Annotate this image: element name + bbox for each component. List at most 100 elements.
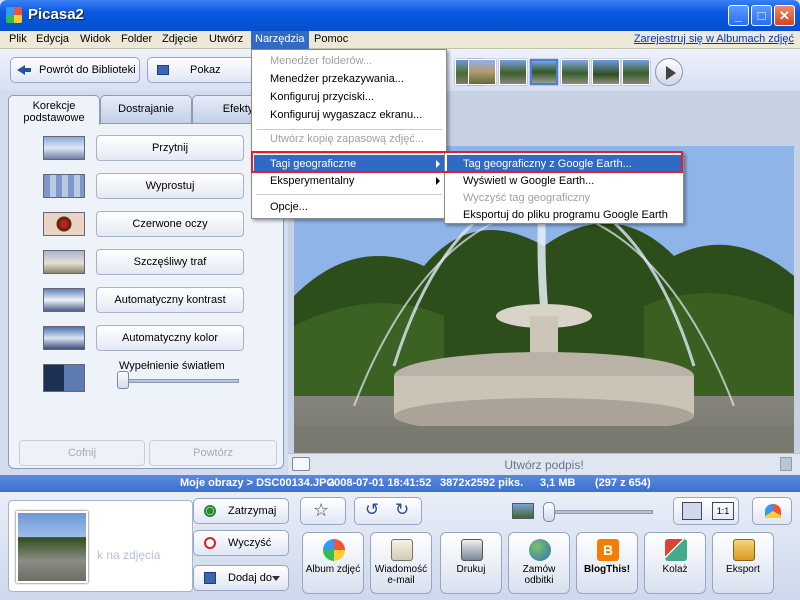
- printer-icon: [461, 539, 483, 561]
- menu-view-in-google-earth[interactable]: Wyświetl w Google Earth...: [447, 172, 681, 190]
- status-bar: Moje obrazy > DSC00134.JPG 2008-07-01 18…: [0, 475, 800, 492]
- menu-narzedzia[interactable]: Narzędzia: [251, 31, 309, 49]
- email-button[interactable]: Wiadomość e-mail: [370, 532, 432, 594]
- album-icon: [204, 572, 216, 584]
- menu-folder[interactable]: Folder: [117, 31, 156, 49]
- export-label: Eksport: [726, 564, 760, 575]
- menu-pomoc[interactable]: Pomoc: [310, 31, 352, 49]
- menu-edycja[interactable]: Edycja: [32, 31, 73, 49]
- filmstrip-thumbnail[interactable]: [592, 59, 620, 85]
- close-button[interactable]: ✕: [774, 5, 795, 26]
- next-arrow-button[interactable]: [655, 58, 683, 86]
- hold-button[interactable]: Zatrzymaj: [193, 498, 289, 524]
- rotate-left-icon[interactable]: ↺: [365, 500, 379, 520]
- undo-button[interactable]: Cofnij: [19, 440, 145, 466]
- minimize-button[interactable]: _: [728, 5, 749, 26]
- trash-icon[interactable]: [780, 457, 792, 471]
- redo-button[interactable]: Powtórz: [149, 440, 277, 466]
- zoom-slider-track[interactable]: [545, 510, 653, 514]
- menu-separator: [256, 194, 442, 195]
- clear-label: Wyczyść: [228, 537, 272, 549]
- star-icon: ☆: [313, 500, 330, 521]
- menu-backup-pictures[interactable]: Utwórz kopię zapasową zdjęć...: [254, 130, 444, 148]
- export-button[interactable]: Eksport: [712, 532, 774, 594]
- tab-basic-fixes-label: Korekcje podstawowe: [23, 100, 85, 124]
- chevron-down-icon: [272, 576, 280, 581]
- hold-label: Zatrzymaj: [228, 505, 277, 517]
- add-to-label: Dodaj do: [228, 572, 273, 584]
- fit-view-icon[interactable]: [682, 502, 702, 520]
- auto-contrast-button[interactable]: Automatyczny kontrast: [96, 287, 244, 313]
- menu-utworz[interactable]: Utwórz: [205, 31, 247, 49]
- picasa-logo-icon: [6, 7, 22, 23]
- caption-input[interactable]: Utwórz podpis!: [288, 458, 800, 472]
- tab-tuning[interactable]: Dostrajanie: [100, 95, 192, 123]
- order-prints-label: Zamów odbitki: [522, 564, 556, 586]
- filmstrip-thumbnail-selected[interactable]: [530, 59, 558, 85]
- menu-folder-manager[interactable]: Menedżer folderów...: [254, 52, 444, 70]
- back-to-library-button[interactable]: Powrót do Biblioteki: [10, 57, 140, 83]
- menu-plik[interactable]: Plik: [5, 31, 31, 49]
- slideshow-button[interactable]: Pokaz slajdów: [147, 57, 257, 83]
- red-eye-button[interactable]: Czerwone oczy: [96, 211, 244, 237]
- crop-icon: [43, 136, 85, 160]
- red-eye-icon: [43, 212, 85, 236]
- menu-configure-screensaver[interactable]: Konfiguruj wygaszacz ekranu...: [254, 106, 444, 124]
- menu-experimental[interactable]: Eksperymentalny: [254, 172, 444, 190]
- clear-icon: [204, 537, 216, 549]
- caption-bar: Utwórz podpis!: [288, 453, 800, 475]
- maximize-button[interactable]: □: [751, 5, 772, 26]
- edit-panel: Korekcje podstawowe Dostrajanie Efekty P…: [0, 91, 288, 475]
- add-to-button[interactable]: Dodaj do: [193, 565, 289, 591]
- tab-tuning-label: Dostrajanie: [118, 103, 174, 115]
- fill-light-slider-knob[interactable]: [117, 371, 129, 389]
- menu-options[interactable]: Opcje...: [254, 198, 444, 216]
- fill-light-slider-track[interactable]: [119, 379, 239, 383]
- globe-icon: [529, 539, 551, 561]
- tab-basic-fixes[interactable]: Korekcje podstawowe: [8, 95, 100, 125]
- collage-icon: [665, 539, 687, 561]
- status-position: (297 z 654): [595, 477, 651, 489]
- status-path: Moje obrazy > DSC00134.JPG: [180, 477, 335, 489]
- title-bar: Picasa2 _ □ ✕: [0, 0, 800, 31]
- filmstrip-thumbnail[interactable]: [499, 59, 527, 85]
- menu-configure-buttons[interactable]: Konfiguruj przyciski...: [254, 88, 444, 106]
- email-label: Wiadomość e-mail: [374, 564, 428, 586]
- star-button[interactable]: ☆: [300, 497, 346, 525]
- actual-size-icon[interactable]: 1:1: [712, 502, 734, 520]
- rotate-right-icon[interactable]: ↻: [395, 500, 409, 520]
- slideshow-label: Pokaz slajdów: [190, 64, 221, 76]
- menu-upload-manager[interactable]: Menedżer przekazywania...: [254, 70, 444, 88]
- clear-button[interactable]: Wyczyść: [193, 530, 289, 556]
- photo-album-button[interactable]: Album zdjęć: [302, 532, 364, 594]
- blogthis-button[interactable]: B BlogThis!: [576, 532, 638, 594]
- filmstrip-thumbnail[interactable]: [622, 59, 650, 85]
- straighten-icon: [43, 174, 85, 198]
- print-button[interactable]: Drukuj: [440, 532, 502, 594]
- zoom-out-icon[interactable]: [512, 503, 534, 519]
- menu-clear-geotag[interactable]: Wyczyść tag geograficzny: [447, 189, 681, 207]
- register-albums-link[interactable]: Zarejestruj się w Albumach zdjęć: [634, 33, 794, 45]
- menu-export-google-earth-file[interactable]: Eksportuj do pliku programu Google Earth: [447, 206, 681, 224]
- photo-album-label: Album zdjęć: [305, 564, 361, 575]
- fill-light-label: Wypełnienie światłem: [119, 360, 225, 372]
- folder-export-icon: [733, 539, 755, 561]
- collage-button[interactable]: Kolaż: [644, 532, 706, 594]
- picasa-web-albums-icon: [323, 539, 345, 561]
- zoom-slider-knob[interactable]: [543, 502, 555, 522]
- rotate-buttons: ↺ ↻: [354, 497, 422, 525]
- filmstrip-thumbnail[interactable]: [561, 59, 589, 85]
- tab-effects-label: Efekty: [222, 103, 254, 115]
- effects-button[interactable]: [752, 497, 792, 525]
- order-prints-button[interactable]: Zamów odbitki: [508, 532, 570, 594]
- tray-thumbnail[interactable]: [16, 511, 88, 583]
- im-feeling-lucky-button[interactable]: Szczęśliwy traf: [96, 249, 244, 275]
- straighten-button[interactable]: Wyprostuj: [96, 173, 244, 199]
- menu-widok[interactable]: Widok: [76, 31, 115, 49]
- status-size: 3,1 MB: [540, 477, 576, 489]
- crop-button[interactable]: Przytnij: [96, 135, 244, 161]
- auto-color-button[interactable]: Automatyczny kolor: [96, 325, 244, 351]
- filmstrip-thumbnail[interactable]: [468, 59, 496, 85]
- auto-contrast-icon: [43, 288, 85, 312]
- menu-zdjecie[interactable]: Zdjęcie: [158, 31, 201, 49]
